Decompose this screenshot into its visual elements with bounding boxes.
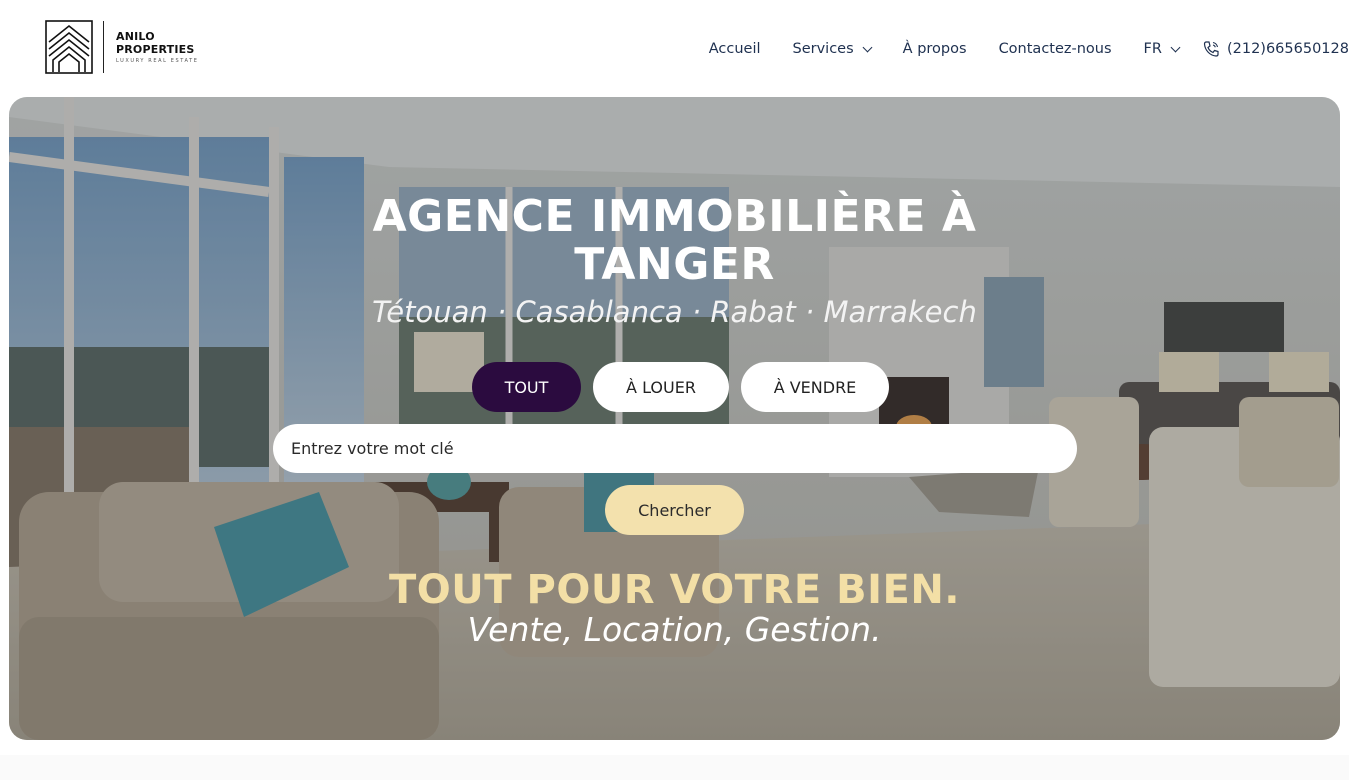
nav-a-propos-label: À propos xyxy=(902,41,967,57)
site-header: ANILO PROPERTIES LUXURY REAL ESTATE Accu… xyxy=(0,0,1349,97)
search-input[interactable] xyxy=(273,424,1077,473)
main-nav: Accueil Services À propos Contactez-nous… xyxy=(709,38,1349,60)
language-label: FR xyxy=(1143,41,1162,57)
nav-contact[interactable]: Contactez-nous xyxy=(999,41,1112,57)
tab-tout[interactable]: TOUT xyxy=(472,362,581,412)
chevron-down-icon xyxy=(1170,42,1181,52)
hero-section: AGENCE IMMOBILIÈRE À TANGER Tétouan · Ca… xyxy=(9,97,1340,740)
brand-name-line1: ANILO xyxy=(116,29,155,43)
nav-accueil[interactable]: Accueil xyxy=(709,41,761,57)
nav-services-label: Services xyxy=(792,41,854,57)
below-fold-section xyxy=(0,755,1349,780)
logo-divider xyxy=(103,21,104,73)
chevron-down-icon xyxy=(862,42,873,52)
nav-a-propos[interactable]: À propos xyxy=(903,41,967,57)
house-logo-icon xyxy=(45,20,93,74)
phone-link[interactable]: (212)665650128 xyxy=(1201,39,1349,59)
hero-title: AGENCE IMMOBILIÈRE À TANGER xyxy=(9,193,1340,289)
listing-type-tabs: TOUT À LOUER À VENDRE xyxy=(472,362,889,412)
brand-tagline: LUXURY REAL ESTATE xyxy=(116,57,199,64)
nav-services[interactable]: Services xyxy=(792,41,873,57)
tab-a-louer[interactable]: À LOUER xyxy=(593,362,729,412)
search-button[interactable]: Chercher xyxy=(605,485,744,535)
language-selector[interactable]: FR xyxy=(1143,41,1181,57)
brand-name-line2: PROPERTIES xyxy=(116,42,195,56)
hero-tagline-sub: Vente, Location, Gestion. xyxy=(467,610,882,649)
nav-accueil-label: Accueil xyxy=(708,41,761,57)
tab-a-vendre[interactable]: À VENDRE xyxy=(741,362,889,412)
phone-number: (212)665650128 xyxy=(1226,41,1349,57)
hero-title-line1: AGENCE IMMOBILIÈRE À xyxy=(372,191,977,242)
phone-icon xyxy=(1203,41,1219,57)
hero-title-line2: TANGER xyxy=(574,239,775,290)
hero-tagline: TOUT POUR VOTRE BIEN. xyxy=(389,567,960,613)
brand-text: ANILO PROPERTIES LUXURY REAL ESTATE xyxy=(116,31,199,64)
nav-contact-label: Contactez-nous xyxy=(998,41,1112,57)
brand-logo[interactable]: ANILO PROPERTIES LUXURY REAL ESTATE xyxy=(45,20,199,74)
hero-content: AGENCE IMMOBILIÈRE À TANGER Tétouan · Ca… xyxy=(9,97,1340,740)
hero-cities: Tétouan · Casablanca · Rabat · Marrakech xyxy=(372,295,977,329)
